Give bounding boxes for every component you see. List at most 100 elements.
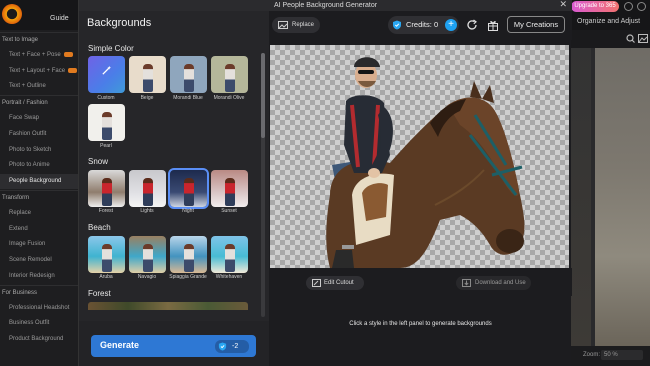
credits-label: Credits:	[406, 20, 432, 29]
sidebar-category[interactable]: Transform	[0, 190, 78, 205]
user-icon[interactable]	[624, 2, 633, 11]
sidebar-category[interactable]: For Business	[0, 284, 78, 300]
generate-label: Generate	[100, 340, 140, 350]
bg-label-snow-sunset: Sunset	[221, 208, 237, 214]
sidebar-item[interactable]: Photo to Sketch	[0, 143, 78, 158]
my-creations-button[interactable]: My Creations	[507, 16, 565, 33]
panel-title: Backgrounds	[87, 17, 152, 29]
bg-option-snow-night[interactable]	[168, 168, 209, 209]
person-thumbnail	[102, 112, 112, 140]
sidebar-item-label: Face Swap	[9, 115, 40, 121]
bg-option-beach-navagio[interactable]	[129, 236, 166, 273]
preview-actions: Edit Cutout Download and Use	[269, 268, 572, 296]
generate-button[interactable]: Generate -2	[91, 335, 256, 357]
sidebar-item[interactable]: Text + Outline	[0, 79, 78, 94]
background-photo	[595, 48, 650, 346]
bg-label-pearl: Pearl	[100, 143, 112, 149]
sidebar-item-label: Product Background	[9, 336, 64, 343]
sidebar-item[interactable]: Professional Headshot	[0, 301, 78, 316]
sidebar-item-label: For Business	[2, 289, 38, 296]
download-label: Download and Use	[475, 280, 526, 286]
person-thumbnail	[225, 244, 235, 272]
bg-option-beach-spiaggia-grande[interactable]	[170, 236, 207, 273]
bg-option-beige[interactable]	[129, 56, 166, 93]
sidebar-category[interactable]: Portrait / Fashion	[0, 95, 78, 110]
sidebar-item-label: Business Outfit	[9, 320, 50, 327]
zoom-select[interactable]: 50 %	[601, 350, 643, 360]
bg-option-beach-aruba[interactable]	[88, 236, 125, 273]
search-icon[interactable]	[626, 34, 635, 43]
bg-label-beach-aruba: Aruba	[99, 274, 113, 280]
organize-adjust-label: Organize and Adjust	[577, 18, 641, 25]
sidebar-item[interactable]: Face Swap	[0, 111, 78, 126]
sidebar-item-label: Replace	[9, 209, 32, 216]
organize-adjust-tab[interactable]: Organize and Adjust	[571, 14, 650, 30]
sidebar-item[interactable]: Interior Redesign	[0, 269, 78, 284]
bg-option-snow-sunset[interactable]	[211, 170, 248, 207]
sidebar-item[interactable]: Text + Layout + Face	[0, 64, 78, 79]
download-and-use-button[interactable]: Download and Use	[456, 276, 531, 290]
person-thumbnail	[102, 178, 112, 206]
gift-icon[interactable]	[487, 19, 499, 31]
generate-cost-value: -2	[232, 343, 239, 350]
sidebar-item[interactable]: Extend	[0, 222, 78, 237]
refresh-icon[interactable]	[466, 19, 478, 31]
sidebar-item[interactable]: Replace	[0, 206, 78, 221]
upgrade-button[interactable]: Upgrade to 365	[571, 1, 619, 12]
sidebar-item[interactable]: People Background	[0, 174, 78, 190]
sidebar-item[interactable]: Image Fusion	[0, 237, 78, 252]
sidebar-item[interactable]: Text + Face + Pose	[0, 48, 78, 63]
sidebar-item-label: Scene Remodel	[9, 257, 52, 264]
credit-shield-icon	[218, 342, 227, 351]
sidebar-item-label: Fashion Outfit	[9, 130, 47, 137]
account-icon[interactable]	[637, 2, 646, 11]
sidebar-item-label: Extend	[9, 225, 28, 232]
replace-image-icon	[278, 21, 288, 29]
sidebar-category[interactable]: Text to Image	[0, 32, 78, 47]
bg-option-snow-lights[interactable]	[129, 170, 166, 207]
guide-label[interactable]: Guide	[50, 15, 69, 22]
panel-scroll-thumb[interactable]	[261, 53, 265, 138]
bg-option-snow-forest[interactable]	[88, 170, 125, 207]
people-background-modal: AI People Background Generator ✕ Backgro…	[78, 0, 572, 366]
bg-option-morandi-olive[interactable]	[211, 56, 248, 93]
credits-pill: Credits: 0 +	[388, 16, 459, 34]
sidebar-item-label: Text + Layout + Face	[9, 67, 66, 74]
bg-option-custom[interactable]	[88, 56, 125, 93]
section-forest: Forest	[88, 289, 111, 298]
bg-label-beige: Beige	[140, 95, 154, 101]
bg-option-morandi-blue[interactable]	[170, 56, 207, 93]
editor-toolbar: Replace Credits: 0 + My Creations	[269, 11, 572, 40]
person-thumbnail	[143, 244, 153, 272]
person-thumbnail	[225, 178, 235, 206]
image-icon[interactable]	[638, 34, 648, 43]
generate-cost-badge: -2	[215, 340, 249, 353]
bg-option-beach-whitehaven[interactable]	[211, 236, 248, 273]
cutout-preview-canvas[interactable]	[270, 45, 569, 268]
bg-option-pearl[interactable]	[88, 104, 125, 141]
replace-button[interactable]: Replace	[272, 17, 320, 33]
person-thumbnail	[225, 64, 235, 92]
sidebar-item-label: Text to Image	[2, 37, 39, 43]
forest-thumbnails-row[interactable]	[88, 302, 248, 310]
status-bar: Zoom: 50 %	[571, 346, 650, 366]
sidebar-item[interactable]: Scene Remodel	[0, 253, 78, 268]
sidebar-item-label: Transform	[2, 195, 30, 201]
add-credits-button[interactable]: +	[445, 19, 457, 31]
sidebar-item[interactable]: Product Background	[0, 332, 78, 347]
bg-label-custom: Custom	[97, 95, 115, 101]
sidebar-item-label: People Background	[9, 178, 62, 185]
section-beach: Beach	[88, 223, 111, 232]
credit-shield-icon	[393, 20, 401, 30]
replace-label: Replace	[292, 22, 315, 28]
close-icon[interactable]: ✕	[559, 0, 567, 10]
edit-cutout-icon	[312, 279, 321, 287]
generate-bar: Generate -2	[79, 321, 269, 366]
app-window: { "background_app": { "guide_label": "Gu…	[0, 0, 650, 366]
sidebar-item[interactable]: Fashion Outfit	[0, 127, 78, 142]
sidebar-item[interactable]: Business Outfit	[0, 316, 78, 331]
sidebar-item-label: Photo to Sketch	[9, 146, 52, 153]
edit-cutout-label: Edit Cutout	[324, 280, 354, 286]
sidebar-item[interactable]: Photo to Anime	[0, 158, 78, 173]
edit-cutout-button[interactable]: Edit Cutout	[306, 276, 364, 290]
